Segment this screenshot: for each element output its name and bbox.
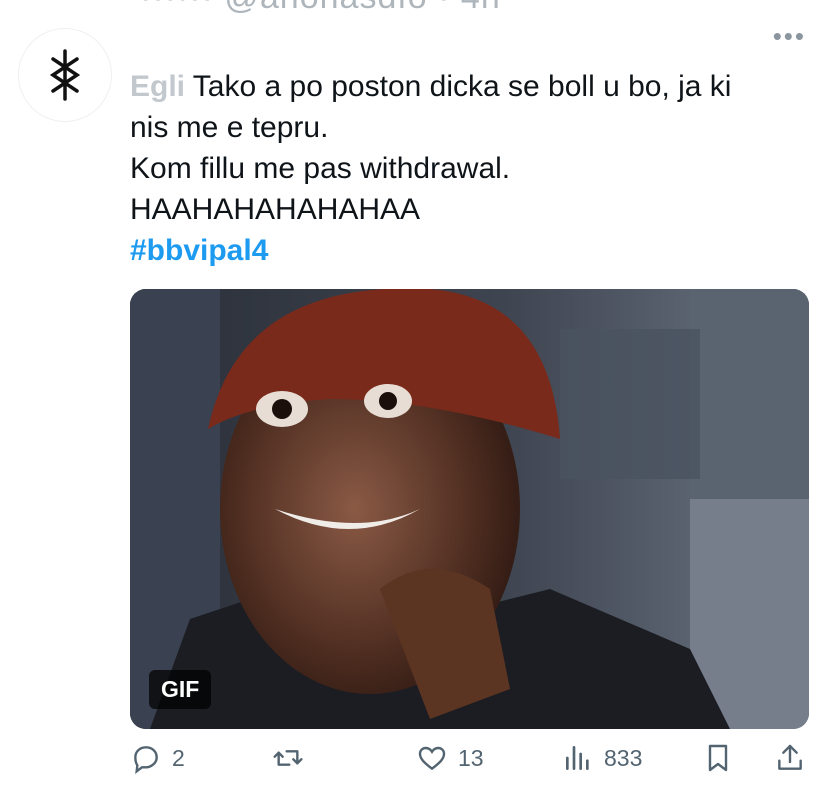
repost-button[interactable] <box>272 742 314 774</box>
heart-icon <box>418 746 446 771</box>
bookmark-icon <box>708 744 728 772</box>
repost-icon <box>273 750 303 766</box>
share-icon <box>778 744 802 770</box>
reply-icon <box>134 746 158 774</box>
tweet-header[interactable]: ······ @anonasdfo · 4h <box>140 0 501 52</box>
reply-button[interactable]: 2 <box>130 742 185 774</box>
author-name-fragment: Egli <box>130 70 186 103</box>
tweet-line-4: HAAHAHAHAHAHAA <box>130 193 421 226</box>
author-handle[interactable]: ······ @anonasdfo · 4h <box>140 0 501 17</box>
tweet-actions: 2 13 833 <box>130 742 810 786</box>
more-options-icon[interactable]: ••• <box>773 23 806 49</box>
like-count: 13 <box>458 744 484 771</box>
berserk-mark-icon <box>49 49 81 101</box>
gif-badge: GIF <box>149 670 212 709</box>
tweet-body: Egli Tako a po poston dicka se boll u bo… <box>130 66 790 271</box>
reply-count: 2 <box>172 744 185 771</box>
share-button[interactable] <box>774 742 806 774</box>
like-button[interactable]: 13 <box>416 742 484 774</box>
views-bar-chart-icon <box>566 746 589 770</box>
avatar[interactable] <box>18 28 112 122</box>
gif-media[interactable]: GIF <box>130 289 809 729</box>
bookmark-button[interactable] <box>702 742 734 774</box>
tweet-line-3: Kom fillu me pas withdrawal. <box>130 152 511 185</box>
views-button[interactable]: 833 <box>562 742 642 774</box>
tweet-line-2: nis me e tepru. <box>130 111 329 144</box>
hashtag-link[interactable]: #bbvipal4 <box>130 230 790 271</box>
tweet-line-1: Tako a po poston dicka se boll u bo, ja … <box>185 70 732 103</box>
gif-frame-image <box>130 289 809 729</box>
views-count: 833 <box>604 744 643 771</box>
